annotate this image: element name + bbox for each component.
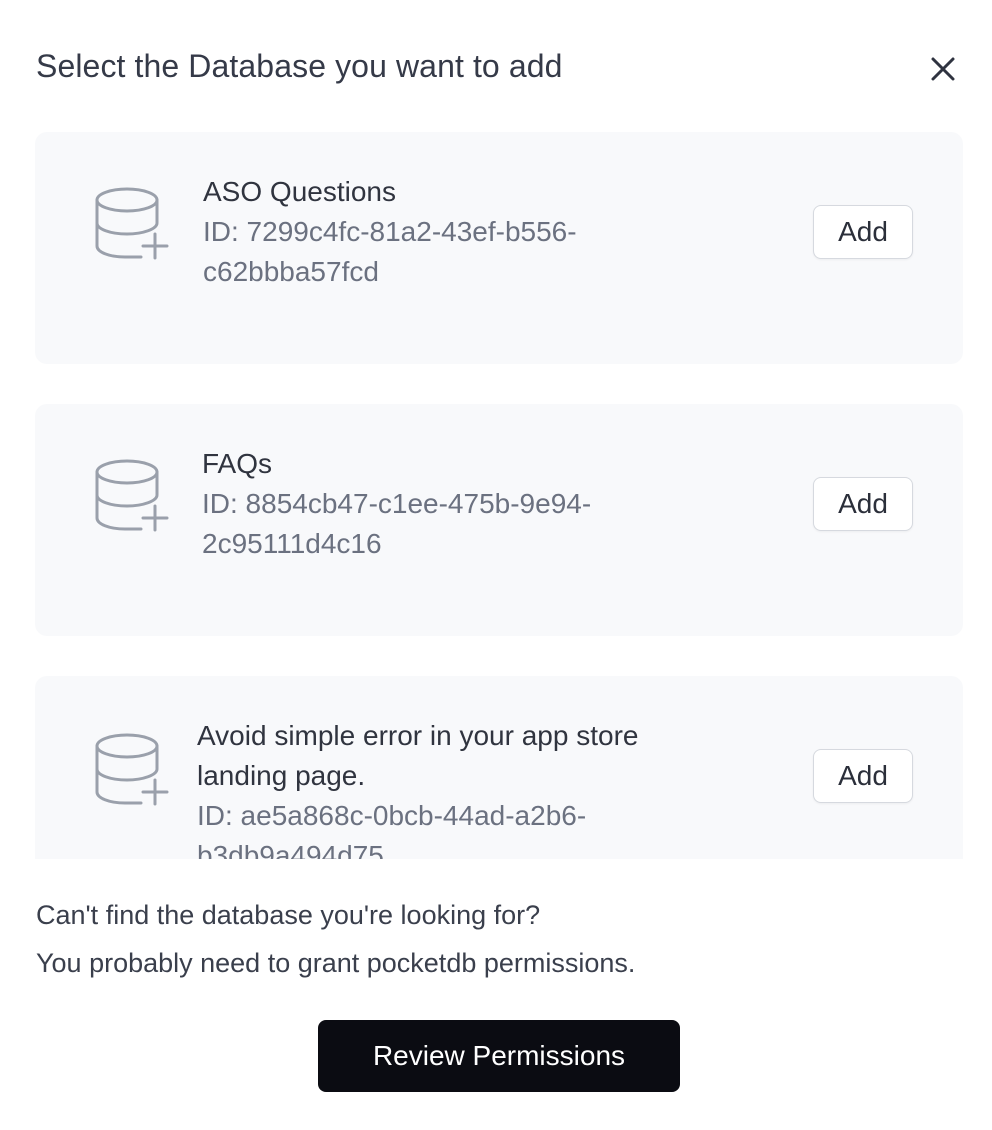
database-add-icon xyxy=(95,733,169,806)
database-id-line: ID: ae5a868c-0bcb-44ad-a2b6- xyxy=(197,800,587,831)
database-card: Avoid simple error in your app store lan… xyxy=(35,676,963,859)
dialog-title: Select the Database you want to add xyxy=(36,48,563,84)
database-title: ASO Questions xyxy=(203,176,396,207)
database-id-line: 2c95111d4c16 xyxy=(202,528,382,559)
database-card: ASO Questions ID: 7299c4fc-81a2-43ef-b55… xyxy=(35,132,963,364)
database-add-icon xyxy=(95,459,169,532)
close-button[interactable] xyxy=(926,52,960,86)
close-icon xyxy=(931,57,955,81)
database-list[interactable]: ASO Questions ID: 7299c4fc-81a2-43ef-b55… xyxy=(35,132,963,859)
database-title: FAQs xyxy=(202,448,273,479)
help-text-line: You probably need to grant pocketdb perm… xyxy=(36,948,636,978)
database-id-line: ID: 8854cb47-c1ee-475b-9e94- xyxy=(202,488,592,519)
database-title: Avoid simple error in your app store xyxy=(197,720,639,751)
add-database-button[interactable]: Add xyxy=(813,749,913,803)
database-id-line: ID: 7299c4fc-81a2-43ef-b556- xyxy=(203,216,577,247)
database-id-line: b3db9a494d75 xyxy=(197,840,384,859)
database-title: landing page. xyxy=(197,760,366,791)
review-permissions-button[interactable]: Review Permissions xyxy=(318,1020,680,1092)
database-card: FAQs ID: 8854cb47-c1ee-475b-9e94- 2c9511… xyxy=(35,404,963,636)
database-add-icon xyxy=(95,187,169,260)
add-database-button[interactable]: Add xyxy=(813,477,913,531)
help-text-line: Can't find the database you're looking f… xyxy=(36,900,541,930)
database-id-line: c62bbba57fcd xyxy=(203,256,379,287)
add-database-button[interactable]: Add xyxy=(813,205,913,259)
add-database-dialog: Select the Database you want to add ASO … xyxy=(0,0,992,1130)
